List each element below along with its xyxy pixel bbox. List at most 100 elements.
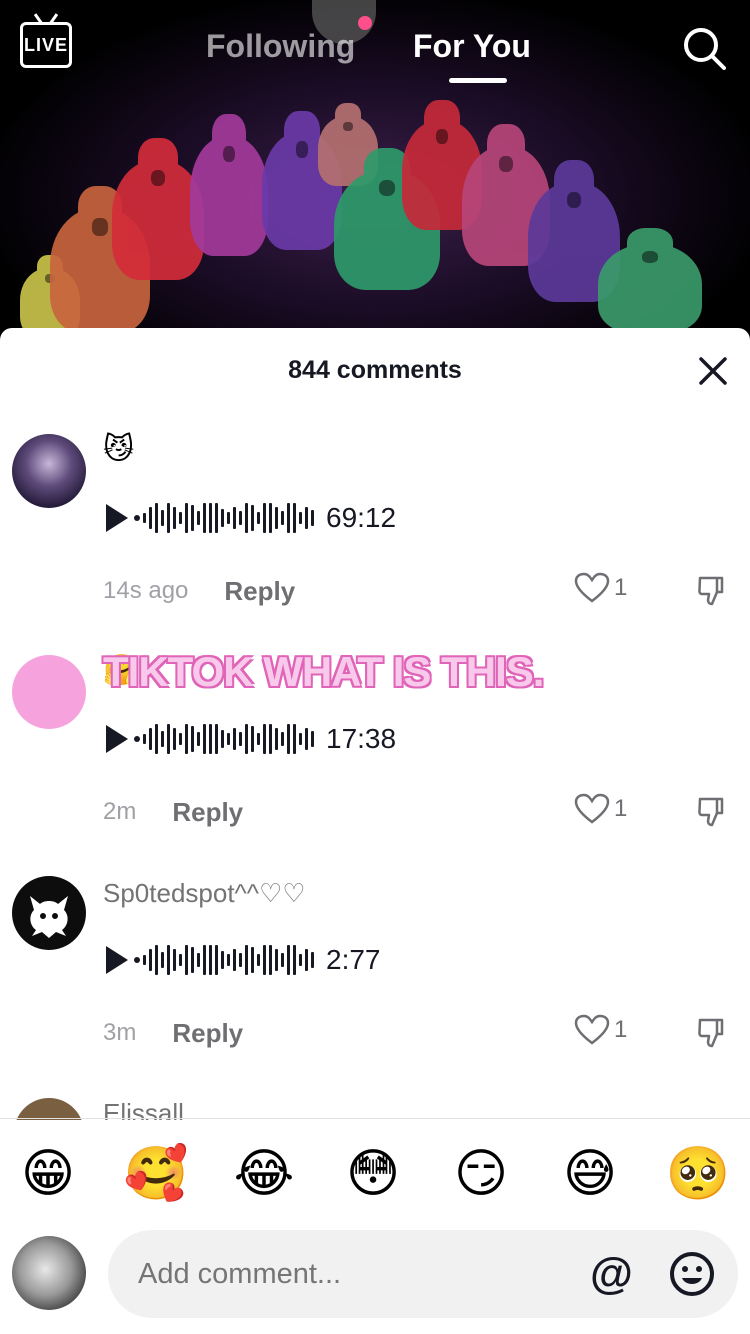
waveform-bar [299, 512, 302, 524]
waveform-bar [233, 507, 236, 529]
avatar[interactable] [12, 434, 86, 508]
heart-icon [574, 1014, 610, 1045]
video-background[interactable]: LIVE Following For You [0, 0, 750, 328]
my-avatar[interactable] [12, 1236, 86, 1310]
waveform-bar [191, 947, 194, 973]
waveform-bar [215, 945, 218, 975]
reply-button[interactable]: Reply [172, 1018, 243, 1049]
comment-item: 😼 69:12 14s ago Reply 1 [0, 412, 750, 633]
overlay-caption: TIKTOK WHAT IS THIS. [103, 648, 544, 695]
live-button[interactable]: LIVE [20, 22, 72, 68]
play-icon[interactable] [106, 946, 128, 974]
emoji-flushed-button[interactable]: 😳 [338, 1140, 408, 1208]
tab-for-you[interactable]: For You [413, 28, 531, 65]
comment-item: Elissall [0, 1096, 750, 1120]
emoji-picker-icon[interactable] [668, 1250, 716, 1298]
waveform-bar [233, 949, 236, 971]
waveform-bar [263, 724, 266, 754]
play-icon[interactable] [106, 504, 128, 532]
comment-item: Sp0tedspot^^♡♡ 2:77 3m Reply 1 [0, 854, 750, 1075]
emoji-grin-button[interactable]: 😁 [13, 1140, 83, 1208]
waveform-bar [197, 732, 200, 746]
waveform-bar [209, 945, 212, 975]
waveform-bar [173, 507, 176, 529]
recording-indicator-icon [358, 16, 372, 30]
like-count: 1 [614, 795, 628, 822]
waveform-bar [215, 503, 218, 533]
waveform-bar [143, 513, 146, 523]
voice-message[interactable]: 69:12 [106, 500, 396, 536]
waveform-bar [239, 732, 242, 746]
comment-time: 3m [103, 1019, 137, 1046]
waveform-bar [161, 731, 164, 747]
waveform-bar [293, 503, 296, 533]
emoji-pleading-button[interactable]: 🥺 [663, 1140, 733, 1208]
mention-button[interactable]: @ [590, 1248, 633, 1300]
waveform-bar [257, 954, 260, 966]
dislike-icon[interactable] [696, 574, 730, 608]
waveform-bar [167, 503, 170, 533]
waveform-bar [275, 949, 278, 971]
tab-following[interactable]: Following [206, 28, 355, 65]
like-button[interactable]: 1 [574, 572, 627, 604]
like-button[interactable]: 1 [574, 793, 627, 825]
comment-input-box[interactable]: @ [108, 1230, 738, 1318]
waveform-bar [281, 732, 284, 746]
waveform-bar [269, 945, 272, 975]
waveform-bar [287, 503, 290, 533]
waveform-bar [209, 503, 212, 533]
audio-duration: 69:12 [326, 502, 397, 533]
comment-username[interactable]: Elissall [103, 1098, 184, 1120]
audio-duration: 17:38 [326, 723, 397, 754]
comment-meta: 2m Reply [103, 795, 243, 829]
emoji-joy-button[interactable]: 😂 [229, 1140, 299, 1208]
reply-button[interactable]: Reply [172, 797, 243, 828]
waveform-bar [305, 728, 308, 750]
waveform-bar [215, 724, 218, 754]
comment-input-row: @ [0, 1228, 750, 1320]
waveform-bar [203, 945, 206, 975]
like-button[interactable]: 1 [574, 1014, 627, 1046]
waveform-bar [221, 509, 224, 527]
avatar[interactable] [12, 655, 86, 729]
emoji-hearts-button[interactable]: 🥰 [121, 1140, 191, 1208]
reply-button[interactable]: Reply [224, 576, 295, 607]
emoji-quick-bar: 😁 🥰 😂 😳 😏 😅 🥺 [0, 1134, 750, 1214]
avatar[interactable] [12, 876, 86, 950]
waveform-bar [185, 724, 188, 754]
waveform-bar [299, 733, 302, 745]
waveform-bar [221, 951, 224, 969]
waveform-bar [155, 945, 158, 975]
comment-username[interactable]: Sp0tedspot^^♡♡ [103, 878, 306, 909]
waveform-bar [221, 730, 224, 748]
comment-count: 844 comments [288, 356, 462, 384]
waveform-bar [179, 954, 182, 966]
waveform-bar [185, 503, 188, 533]
comment-input[interactable] [138, 1230, 558, 1318]
play-icon[interactable] [106, 725, 128, 753]
emoji-smirk-button[interactable]: 😏 [446, 1140, 516, 1208]
waveform-bar [179, 733, 182, 745]
waveform-bar [197, 953, 200, 967]
comments-list[interactable]: 😼 69:12 14s ago Reply 1 🤗 17:38 2m Reply… [0, 412, 750, 1120]
avatar[interactable] [14, 1098, 84, 1120]
waveform-dot [134, 736, 140, 742]
comment-meta: 3m Reply [103, 1016, 243, 1050]
search-icon[interactable] [680, 24, 728, 72]
voice-message[interactable]: 2:77 [106, 942, 381, 978]
waveform-bar [293, 724, 296, 754]
dislike-icon[interactable] [696, 1016, 730, 1050]
waveform-bar [161, 510, 164, 526]
waveform-bar [245, 503, 248, 533]
waveform-bar [143, 734, 146, 744]
waveform-bar [305, 949, 308, 971]
capybara-figure [598, 228, 702, 328]
waveform-bar [305, 507, 308, 529]
divider [0, 1118, 750, 1119]
close-icon[interactable] [696, 354, 730, 388]
waveform-bar [227, 954, 230, 966]
emoji-sweat-smile-button[interactable]: 😅 [555, 1140, 625, 1208]
dislike-icon[interactable] [696, 795, 730, 829]
voice-message[interactable]: 17:38 [106, 721, 396, 757]
comments-header: 844 comments [0, 328, 750, 412]
